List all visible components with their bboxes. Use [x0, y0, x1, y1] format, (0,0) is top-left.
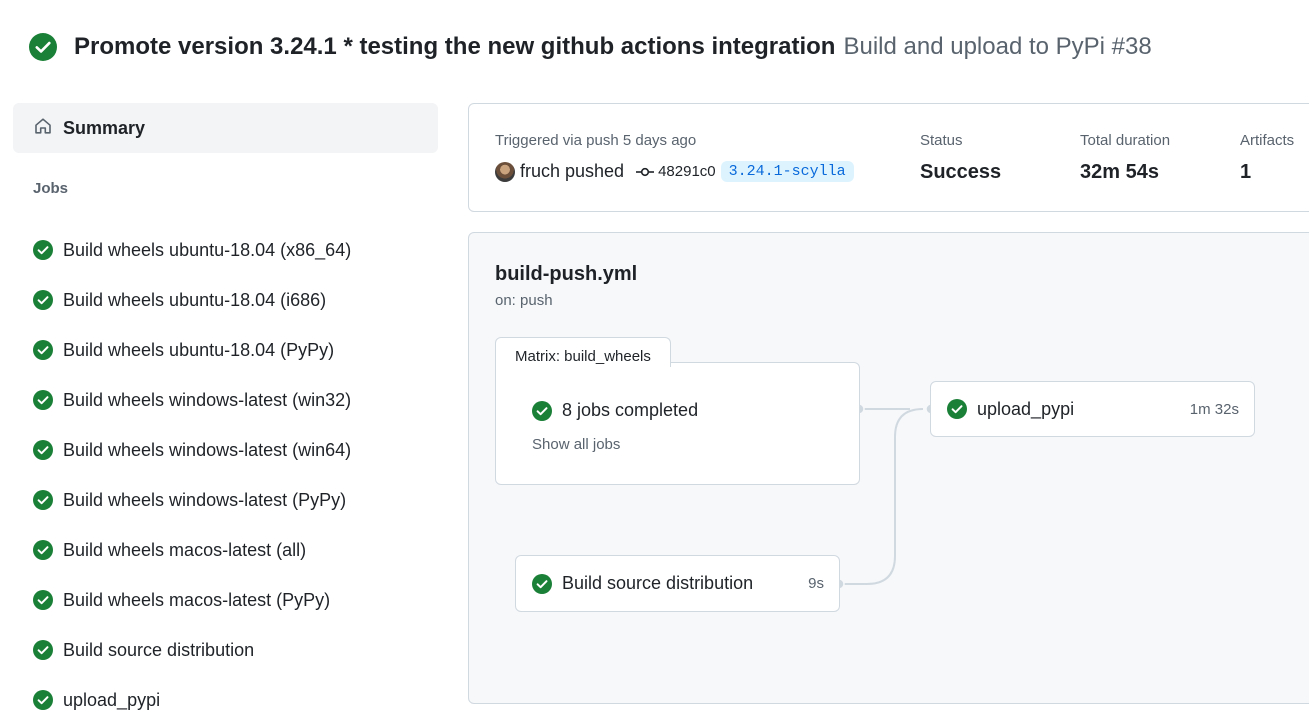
check-circle-icon — [33, 590, 53, 610]
check-circle-icon — [33, 440, 53, 460]
job-item[interactable]: Build wheels macos-latest (PyPy) — [33, 575, 351, 625]
check-circle-icon — [33, 540, 53, 560]
artifacts-count[interactable]: 1 — [1240, 161, 1294, 184]
job-label: Build wheels macos-latest (PyPy) — [63, 589, 331, 610]
check-circle-icon — [33, 290, 53, 310]
duration-value: 32m 54s — [1080, 161, 1159, 183]
jobs-heading: Jobs — [33, 180, 69, 197]
status-label: Status — [920, 132, 963, 149]
node-duration: 1m 32s — [1189, 400, 1239, 418]
matrix-status: 8 jobs completed — [532, 400, 698, 421]
workflow-graph: build-push.yml on: push Matrix: build_wh… — [468, 232, 1309, 704]
check-circle-icon — [532, 573, 552, 594]
matrix-group: 8 jobs completed Show all jobs — [495, 362, 860, 485]
job-label: Build wheels windows-latest (win32) — [63, 389, 352, 410]
job-label: Build wheels windows-latest (win64) — [63, 439, 352, 460]
job-label: Build wheels ubuntu-18.04 (PyPy) — [63, 339, 335, 360]
check-circle-icon — [29, 33, 57, 61]
job-item[interactable]: Build wheels windows-latest (PyPy) — [33, 475, 351, 525]
check-circle-icon — [33, 340, 53, 360]
sidebar-item-summary[interactable]: Summary — [13, 103, 438, 153]
node-duration: 9s — [808, 575, 824, 592]
job-item[interactable]: Build wheels windows-latest (win64) — [33, 425, 351, 475]
job-item[interactable]: Build wheels ubuntu-18.04 (PyPy) — [33, 325, 351, 375]
graph-node-build-source[interactable]: Build source distribution 9s — [515, 555, 840, 612]
job-item[interactable]: Build wheels ubuntu-18.04 (x86_64) — [33, 225, 351, 275]
check-circle-icon — [33, 240, 53, 260]
job-item[interactable]: Build wheels windows-latest (win32) — [33, 375, 351, 425]
run-summary-card: Triggered via push 5 days ago fruch push… — [468, 103, 1309, 212]
workflow-file-name[interactable]: build-push.yml — [495, 263, 637, 286]
job-item[interactable]: upload_pypi — [33, 675, 351, 719]
commit-sha-link[interactable]: 48291c0 — [658, 163, 716, 180]
trigger-text: Triggered via push 5 days ago — [495, 132, 697, 149]
check-circle-icon — [532, 400, 552, 421]
avatar[interactable] — [495, 161, 515, 182]
matrix-tab: Matrix: build_wheels — [495, 337, 671, 367]
job-label: Build wheels windows-latest (PyPy) — [63, 489, 347, 510]
run-subtitle: Build and upload to PyPi #38 — [843, 33, 1152, 60]
node-label: upload_pypi — [977, 398, 1075, 419]
graph-node-upload-pypi[interactable]: upload_pypi 1m 32s — [930, 381, 1255, 437]
check-circle-icon — [33, 690, 53, 710]
push-details: fruch pushed 48291c0 3.24.1-scylla — [495, 161, 854, 182]
check-circle-icon — [33, 390, 53, 410]
branch-label[interactable]: 3.24.1-scylla — [720, 161, 854, 182]
show-all-jobs-link[interactable]: Show all jobs — [532, 436, 620, 453]
status-stat: Status Success — [920, 132, 1001, 184]
pusher-text[interactable]: fruch pushed — [520, 161, 624, 182]
node-label: Build source distribution — [562, 573, 754, 593]
job-label: Build source distribution — [63, 639, 255, 660]
duration-label: Total duration — [1080, 132, 1171, 149]
status-value: Success — [920, 161, 1002, 183]
job-label: Build wheels macos-latest (all) — [63, 539, 307, 560]
check-circle-icon — [33, 490, 53, 510]
job-label: Build wheels ubuntu-18.04 (i686) — [63, 289, 327, 310]
job-list: Build wheels ubuntu-18.04 (x86_64) Build… — [33, 225, 351, 719]
run-title: Promote version 3.24.1 * testing the new… — [74, 33, 836, 60]
job-item[interactable]: Build wheels macos-latest (all) — [33, 525, 351, 575]
job-item[interactable]: Build source distribution — [33, 625, 351, 675]
workflow-trigger: on: push — [495, 292, 553, 309]
artifacts-stat: Artifacts 1 — [1240, 132, 1294, 184]
run-header: Promote version 3.24.1 * testing the new… — [29, 33, 1152, 61]
duration-stat: Total duration 32m 54s — [1080, 132, 1170, 184]
home-icon — [33, 116, 53, 141]
job-label: upload_pypi — [63, 689, 161, 710]
git-commit-icon — [636, 165, 655, 179]
job-label: Build wheels ubuntu-18.04 (x86_64) — [63, 239, 352, 260]
job-item[interactable]: Build wheels ubuntu-18.04 (i686) — [33, 275, 351, 325]
check-circle-icon — [33, 640, 53, 660]
sidebar-item-label: Summary — [63, 117, 146, 138]
check-circle-icon — [947, 399, 967, 419]
artifacts-label: Artifacts — [1240, 132, 1295, 149]
matrix-status-label: 8 jobs completed — [562, 400, 699, 420]
